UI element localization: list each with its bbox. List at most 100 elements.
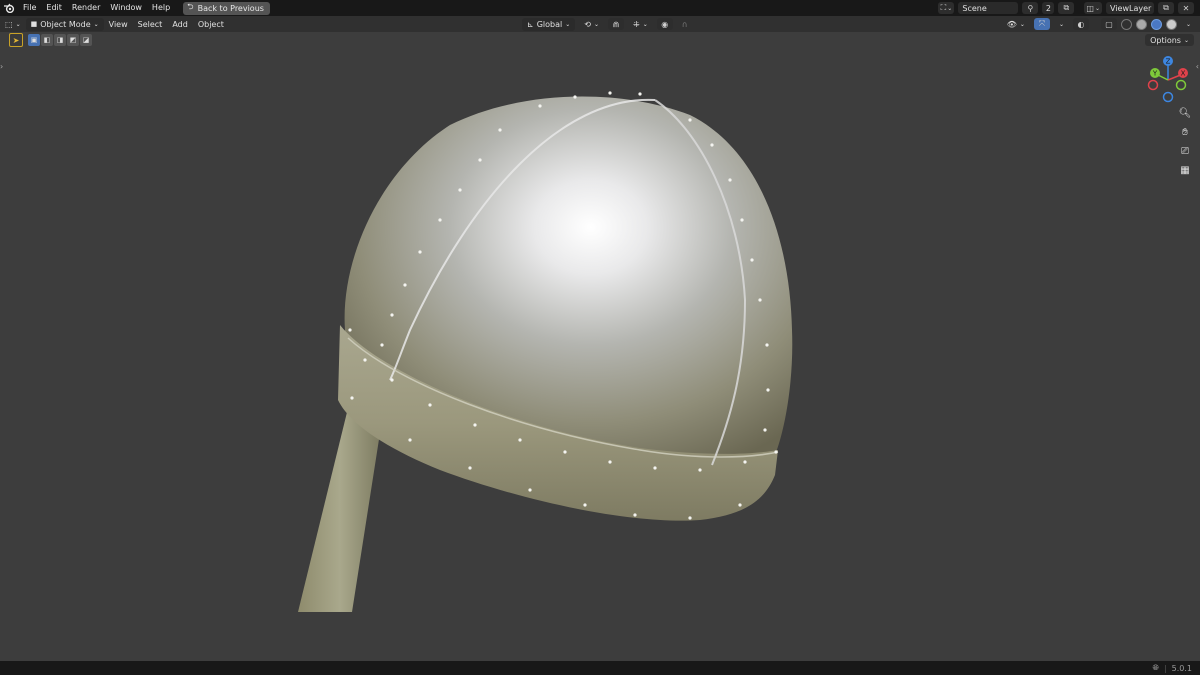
rendered-shading-button[interactable] [1165,18,1177,30]
helmet-model[interactable] [0,48,1200,661]
menu-render[interactable]: Render [67,0,105,16]
menu-edit[interactable]: Edit [41,0,67,16]
menu-select[interactable]: Select [133,18,168,31]
back-to-previous-button[interactable]: ⮌ Back to Previous [183,1,270,15]
xray-toggle[interactable]: ▢ [1100,18,1117,30]
falloff-icon: ∩ [681,19,688,29]
status-bar: 🌐︎ | 5.0.1 [0,661,1200,675]
zoom-icon[interactable]: 🔍︎ [1176,105,1194,121]
mode-selector[interactable]: ■ Object Mode ⌄ [25,17,104,31]
remove-view-layer-button[interactable]: ✕ [1178,2,1194,14]
wireframe-shading-button[interactable] [1120,18,1132,30]
blender-logo-icon[interactable] [0,0,18,16]
snap-toggle[interactable]: ⋒ [608,18,624,30]
gizmo-neg-y-axis[interactable] [1175,79,1187,91]
sidebar-expand-chevron-icon[interactable]: ‹ [1196,62,1199,71]
solid-shading-button[interactable] [1135,18,1147,30]
select-tool-button[interactable]: ➤ [9,33,23,47]
menu-window[interactable]: Window [105,0,147,16]
toolbar-expand-chevron-icon[interactable]: › [0,62,6,71]
orientation-icon: ⊾ [527,19,534,29]
menu-file[interactable]: File [18,0,41,16]
viewport-header: ⬚ ⌄ ■ Object Mode ⌄ View Select Add Objec… [0,16,1200,32]
chevron-down-icon: ⌄ [565,20,571,28]
gizmo-x-label: X [1181,70,1186,78]
orientation-label: Global [536,19,563,29]
magnet-icon: ⋒ [612,19,620,29]
version-label: 5.0.1 [1171,663,1192,673]
select-extend-button[interactable]: ◧ [41,34,53,46]
select-new-button[interactable]: ▣ [28,34,40,46]
status-divider: | [1163,663,1167,673]
duplicate-icon: ⧉ [1063,3,1070,12]
scene-name-field[interactable]: Scene [958,2,1019,14]
shading-options-button[interactable]: ⌄ [1181,18,1196,31]
new-scene-button[interactable]: ⧉ [1058,2,1075,14]
duplicate-icon: ⧉ [1163,3,1169,12]
chevron-down-icon: ⌄ [642,20,648,28]
add-view-layer-button[interactable]: ⧉ [1158,2,1174,14]
select-new-icon: ▣ [30,36,38,44]
back-arrow-icon: ⮌ [187,2,194,11]
chevron-down-icon: ⌄ [1019,20,1025,28]
mode-label: Object Mode [40,19,91,29]
overlays-toggle[interactable]: ◐ [1072,18,1089,30]
menu-add[interactable]: Add [167,18,193,31]
editor-type-button[interactable]: ⬚ ⌄ [0,18,26,31]
snap-target-button[interactable]: ⁜ ⌄ [628,18,653,31]
scene-users-count: 2 [1045,3,1051,13]
transform-orientation-selector[interactable]: ⊾ Global ⌄ [522,17,576,31]
navigation-tools: 🔍︎ ✋︎ ⎚ ▦ [1176,105,1194,178]
close-icon: ✕ [1182,3,1190,13]
options-button[interactable]: Options ⌄ [1145,34,1194,46]
3d-viewport[interactable]: › ‹ [0,48,1200,661]
gizmo-options-button[interactable]: ⌄ [1054,18,1069,31]
pin-icon: ⚲ [1027,3,1034,13]
eye-icon: 👁 [1006,19,1017,29]
selection-mode-group: ▣ ◧ ◨ ◩ ◪ [28,34,92,46]
chevron-down-icon: ⌄ [93,20,99,28]
chevron-down-icon: ⌄ [593,20,599,28]
proportional-falloff-button[interactable]: ∩ [677,18,693,31]
chevron-down-icon: ⌄ [1185,20,1191,28]
snap-increment-icon: ⁜ [633,19,640,29]
view-layer-selector-button[interactable]: ◫ ⌄ [1084,2,1102,14]
view-layer-field[interactable]: ViewLayer [1106,2,1154,14]
chevron-down-icon: ⌄ [1183,36,1189,44]
pan-hand-icon[interactable]: ✋︎ [1176,124,1194,140]
overlays-icon: ◐ [1077,19,1085,29]
select-subtract-button[interactable]: ◨ [54,34,66,46]
select-intersect-button[interactable]: ◪ [80,34,92,46]
scene-icon: ⛶ [940,3,947,12]
menu-help[interactable]: Help [147,0,175,16]
cursor-icon: ➤ [12,35,20,45]
pivot-point-button[interactable]: ⟲ ⌄ [579,18,604,31]
camera-view-icon[interactable]: ⎚ [1176,143,1194,159]
select-subtract-icon: ◨ [56,36,64,44]
gizmo-z-label: Z [1166,58,1171,66]
gizmo-y-label: Y [1152,70,1158,78]
globe-icon: 🌐︎ [1152,663,1159,672]
menu-view[interactable]: View [104,18,133,31]
gizmo-neg-x-axis[interactable] [1147,79,1159,91]
pin-scene-button[interactable]: ⚲ [1022,2,1039,14]
proportional-editing-toggle[interactable]: ◉ [656,18,673,30]
object-mode-icon: ■ [30,20,38,28]
scene-selector-button[interactable]: ⛶ ⌄ [938,2,955,14]
chevron-down-icon: ⌄ [1058,20,1064,28]
scene-users-field: 2 [1042,2,1055,14]
menu-object[interactable]: Object [193,18,229,31]
xray-icon: ▢ [1105,19,1113,29]
visibility-button[interactable]: 👁 ⌄ [1002,18,1030,31]
select-invert-button[interactable]: ◩ [67,34,79,46]
gizmo-neg-z-axis[interactable] [1162,91,1174,103]
chevron-down-icon: ⌄ [1094,4,1100,12]
gizmo-icon: ⤧ [1038,19,1046,28]
gizmo-toggle[interactable]: ⤧ [1033,18,1050,30]
perspective-grid-icon[interactable]: ▦ [1176,162,1194,178]
navigation-gizmo[interactable]: Z X Y [1145,54,1191,104]
top-bar: File Edit Render Window Help ⮌ Back to P… [0,0,1200,16]
chevron-down-icon: ⌄ [15,20,21,28]
tool-settings-row [0,32,1200,48]
material-preview-shading-button[interactable] [1150,18,1162,30]
